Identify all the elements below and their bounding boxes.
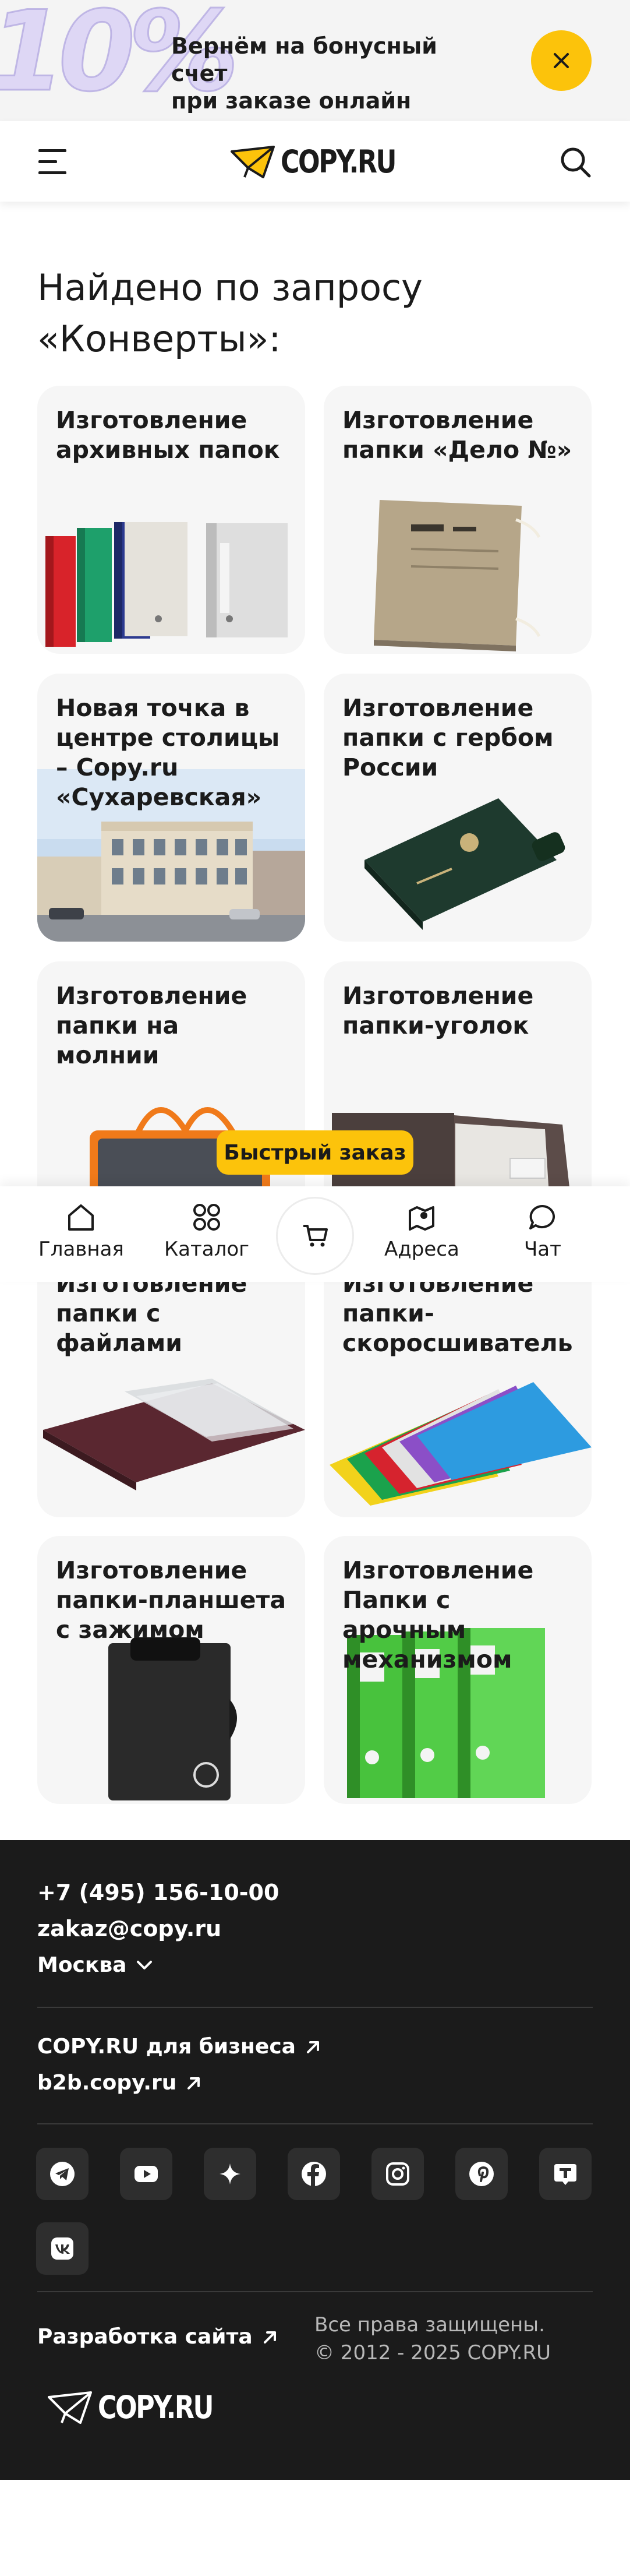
- cart-icon: [303, 1225, 328, 1247]
- product-card[interactable]: Изготовление архивных папок: [37, 386, 305, 654]
- pinterest-icon: [469, 2162, 494, 2186]
- page-title: Найдено по запросу «Конверты»:: [37, 262, 561, 365]
- tenchat-icon: [554, 2164, 576, 2185]
- chat-bubble-icon: [529, 1204, 555, 1229]
- footer-divider: [37, 2007, 593, 2008]
- youtube-icon: [135, 2166, 158, 2182]
- product-card[interactable]: Изготовление папки-скоросшиватель: [324, 1249, 592, 1517]
- promo-line-2: при заказе онлайн: [171, 88, 412, 114]
- business-link[interactable]: COPY.RU для бизнеса: [37, 2035, 321, 2059]
- nav-catalog-label: Каталог: [164, 1238, 250, 1261]
- burger-line: [38, 149, 66, 152]
- site-development-label: Разработка сайта: [37, 2325, 253, 2349]
- card-title: Изготовление папки «Дело №»: [342, 406, 572, 464]
- page-title-line-1: Найдено по запросу: [37, 266, 423, 309]
- paper-plane-logo-icon: [48, 2391, 92, 2424]
- business-link-label: COPY.RU для бизнеса: [37, 2035, 296, 2059]
- news-card[interactable]: Новая точка в центре столицы – Copy.ru «…: [37, 674, 305, 942]
- nav-chat-label: Чат: [524, 1238, 561, 1261]
- paper-plane-logo-icon: [231, 145, 275, 178]
- card-title: Изготовление Папки с арочным механизмом: [342, 1556, 534, 1673]
- nav-chat[interactable]: Чат: [524, 1203, 561, 1261]
- page-title-line-2: «Конверты»:: [37, 318, 281, 360]
- sparkle-icon: [220, 2163, 240, 2184]
- nav-addresses-label: Адреса: [384, 1238, 459, 1261]
- vk-icon: [51, 2237, 73, 2260]
- nav-catalog[interactable]: Каталог: [164, 1203, 249, 1261]
- nav-cart-button[interactable]: [276, 1197, 354, 1275]
- footer-logo-text: COPY.RU: [98, 2389, 214, 2426]
- search-button[interactable]: [559, 146, 592, 178]
- youtube-link[interactable]: [120, 2148, 172, 2200]
- promo-line-1: Вернём на бонусный счет: [171, 33, 437, 86]
- binder-folders-image: [330, 1382, 592, 1506]
- coat-of-arms-folder-image: [364, 798, 565, 930]
- vk-link[interactable]: [36, 2222, 89, 2275]
- footer-phone[interactable]: +7 (495) 156-10-00: [37, 1880, 279, 1905]
- copyright-line-2: © 2012 - 2025 COPY.RU: [314, 2341, 551, 2364]
- copyright: Все права защищены. © 2012 - 2025 COPY.R…: [314, 2311, 594, 2367]
- b2b-link-label: b2b.copy.ru: [37, 2071, 177, 2095]
- sparkle-link[interactable]: [204, 2148, 256, 2200]
- arrow-up-right-icon: [263, 2331, 276, 2344]
- product-card[interactable]: Изготовление папки-планшета с зажимом: [37, 1536, 305, 1804]
- site-logo[interactable]: COPY.RU: [231, 143, 420, 180]
- footer-divider: [37, 2291, 593, 2292]
- card-title: Изготовление архивных папок: [56, 406, 280, 464]
- card-title: Изготовление папки с гербом России: [342, 694, 554, 781]
- card-title: Изготовление папки-уголок: [342, 982, 534, 1039]
- home-icon: [68, 1204, 94, 1231]
- burger-line: [38, 171, 66, 174]
- card-title: Изготовление папки на молнии: [56, 982, 247, 1069]
- quick-order-button[interactable]: Быстрый заказ: [217, 1130, 413, 1175]
- card-title: Изготовление папки-планшета с зажимом: [56, 1556, 286, 1644]
- card-title: Новая точка в центре столицы – Copy.ru «…: [56, 694, 280, 811]
- bottom-nav: Главная Каталог Адреса Чат: [0, 1186, 630, 1282]
- promo-text: Вернём на бонусный счет при заказе онлай…: [171, 33, 474, 115]
- footer-email[interactable]: zakaz@copy.ru: [37, 1916, 221, 1941]
- burger-line: [38, 160, 57, 163]
- pinterest-link[interactable]: [455, 2148, 508, 2200]
- site-development-link[interactable]: Разработка сайта: [37, 2325, 278, 2349]
- catalog-grid-icon: [193, 1204, 220, 1231]
- product-card[interactable]: Изготовление папки с файлами: [37, 1249, 305, 1517]
- delo-folder-image: [374, 500, 541, 651]
- facebook-link[interactable]: [288, 2148, 340, 2200]
- telegram-icon: [50, 2162, 75, 2186]
- menu-button[interactable]: [38, 149, 66, 175]
- file-folder-image: [43, 1379, 305, 1490]
- arrow-up-right-icon: [187, 2077, 200, 2089]
- card-title: Изготовление папки-скоросшиватель: [342, 1270, 573, 1357]
- nav-home[interactable]: Главная: [38, 1203, 124, 1261]
- arrow-up-right-icon: [306, 2041, 319, 2053]
- nav-addresses[interactable]: Адреса: [384, 1203, 459, 1261]
- site-footer: +7 (495) 156-10-00 zakaz@copy.ru Москва …: [0, 1840, 630, 2480]
- nav-home-label: Главная: [38, 1238, 124, 1261]
- footer-logo[interactable]: COPY.RU: [48, 2389, 238, 2426]
- city-selector[interactable]: Москва: [37, 1953, 153, 1977]
- instagram-link[interactable]: [371, 2148, 424, 2200]
- site-header: COPY.RU: [0, 121, 630, 202]
- city-label: Москва: [37, 1953, 127, 1977]
- promo-banner[interactable]: 10% Вернём на бонусный счет при заказе о…: [0, 0, 630, 121]
- product-card[interactable]: Изготовление папки «Дело №»: [324, 386, 592, 654]
- copyright-line-1: Все права защищены.: [314, 2313, 545, 2337]
- b2b-link[interactable]: b2b.copy.ru: [37, 2071, 202, 2095]
- card-title: Изготовление папки с файлами: [56, 1270, 247, 1357]
- footer-divider: [37, 2123, 593, 2124]
- logo-text: COPY.RU: [281, 143, 397, 180]
- chevron-down-icon: [137, 1960, 153, 1969]
- promo-close-button[interactable]: [531, 30, 592, 91]
- close-icon: [554, 53, 569, 68]
- product-card[interactable]: Изготовление папки с гербом России: [324, 674, 592, 942]
- clipboard-folder-image: [108, 1637, 237, 1800]
- map-pin-icon: [409, 1206, 435, 1231]
- search-icon: [561, 147, 591, 178]
- product-card[interactable]: Изготовление Папки с арочным механизмом: [324, 1536, 592, 1804]
- archive-folders-image: [45, 522, 288, 647]
- instagram-icon: [386, 2162, 409, 2186]
- tenchat-link[interactable]: [539, 2148, 592, 2200]
- telegram-link[interactable]: [36, 2148, 89, 2200]
- facebook-icon: [302, 2162, 326, 2186]
